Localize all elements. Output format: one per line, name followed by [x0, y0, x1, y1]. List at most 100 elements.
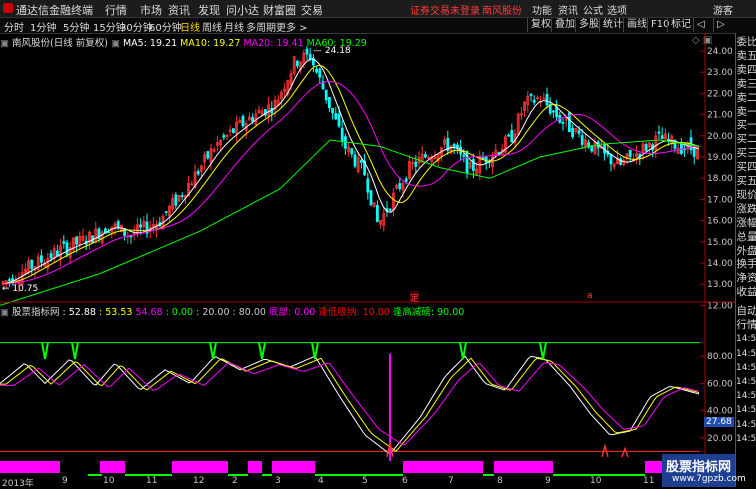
menu-info[interactable]: 资讯 — [558, 2, 578, 17]
ind-tick-label: 80.00 — [707, 352, 733, 362]
candle-body — [107, 231, 110, 234]
candle-body — [507, 134, 511, 137]
menu-wealth[interactable]: 财富圈 — [263, 2, 296, 18]
ind-bottom-value: 底部: 0.00 — [269, 307, 316, 318]
sell-signal-arrow — [71, 342, 79, 360]
period-weekly[interactable]: 周线 — [202, 19, 222, 34]
signal-band-upper — [483, 461, 494, 473]
candle-body — [375, 205, 379, 222]
signal-band-upper — [262, 461, 272, 473]
stats-button[interactable]: 统计 — [599, 18, 626, 32]
sidebar-field-label: 卖三 — [736, 77, 756, 90]
price-tick-label: 21.00 — [707, 111, 733, 121]
signal-band-upper — [553, 461, 645, 473]
sell-signal-arrow — [539, 342, 547, 360]
period-30min[interactable]: 30分钟 — [120, 19, 153, 34]
candle-body — [577, 130, 581, 134]
ind-tick-label: 60.00 — [707, 379, 733, 389]
candle-body — [366, 178, 370, 193]
sidebar-field-label: 卖一 — [736, 105, 756, 118]
time-axis: 2013年 9 10 11 12 2 3 4 5 6 7 8 9 10 11 — [0, 476, 735, 489]
indicator-current-badge: 27.68 — [704, 417, 734, 427]
sidebar-field-label: 总量 — [736, 230, 756, 243]
period-1min[interactable]: 1分钟 — [30, 19, 56, 34]
candle-body — [529, 94, 533, 96]
time-axis-label: 8 — [497, 476, 503, 486]
candle-body — [241, 115, 245, 127]
sidebar-field-label: 涨幅 — [736, 216, 756, 229]
ind-value-1: : 52.88 — [62, 307, 96, 318]
low-price-label: ← 10.75 — [2, 284, 39, 294]
login-notice[interactable]: 证券交易未登录 — [410, 2, 480, 17]
candle-body — [471, 158, 475, 171]
menu-quotes[interactable]: 行情 — [105, 2, 127, 18]
sidebar-field-label: 涨跌 — [736, 202, 756, 215]
high-price-label: — 24.18 — [313, 46, 351, 56]
event-marker-a[interactable]: a — [587, 291, 593, 301]
candle-body — [62, 241, 66, 244]
candle-body — [337, 113, 341, 127]
title-bar: 通达信金融终端 行情 市场 资讯 发现 问小达 财富圈 交易 证券交易未登录 南… — [0, 0, 756, 18]
time-axis-label: 11 — [643, 476, 655, 486]
period-60min[interactable]: 60分钟 — [149, 19, 182, 34]
ma60-line — [0, 139, 701, 306]
indicator-chart — [0, 342, 700, 476]
candle-body — [660, 135, 664, 140]
price-tick-label: 18.00 — [707, 174, 733, 184]
signal-band-upper — [494, 461, 553, 473]
next-arrow-icon[interactable]: ▷ — [713, 18, 728, 32]
menu-discover[interactable]: 发现 — [198, 2, 220, 18]
overlay-button[interactable]: 叠加 — [551, 18, 578, 32]
price-tick-label: 14.00 — [707, 259, 733, 269]
ind-tick-label: 40.00 — [707, 407, 733, 417]
period-multi[interactable]: 多周期 — [246, 19, 276, 34]
price-tick-label: 22.00 — [707, 89, 733, 99]
candle-body — [532, 99, 536, 103]
chart-area[interactable]: 24.00 23.00 22.00 21.00 20.00 19.00 18.00 17.00… — [0, 33, 735, 476]
candle-body — [331, 107, 335, 114]
menu-options[interactable]: 选项 — [607, 2, 627, 17]
prev-arrow-icon[interactable]: ◁ — [693, 18, 708, 32]
app-logo-icon — [3, 3, 13, 13]
menu-ask[interactable]: 问小达 — [226, 2, 259, 18]
ind-value-4: : 0.00 — [165, 307, 194, 318]
menu-guest[interactable]: 游客 — [713, 2, 733, 17]
signal-band-upper — [272, 461, 315, 473]
sidebar-field-label: 买四 — [736, 161, 756, 174]
period-intraday[interactable]: 分时 — [4, 19, 24, 34]
time-axis-label: 6 — [402, 476, 408, 486]
price-tick-label: 24.00 — [707, 47, 733, 57]
sidebar-field-label: 买二 — [736, 133, 756, 146]
price-tick-label: 16.00 — [707, 217, 733, 227]
event-marker-ding[interactable]: 定 — [410, 291, 420, 304]
time-axis-label: 10 — [590, 476, 602, 486]
candle-body — [561, 121, 565, 124]
period-monthly[interactable]: 月线 — [224, 19, 244, 34]
menu-formula[interactable]: 公式 — [583, 2, 603, 17]
menu-function[interactable]: 功能 — [532, 2, 552, 17]
candle-body — [462, 154, 466, 157]
sidebar-time-entry: 14:50 — [736, 348, 756, 359]
candle-body — [315, 68, 319, 73]
ind-value-2: : 53.53 — [99, 307, 133, 318]
mark-button[interactable]: 标记 — [667, 18, 694, 32]
candle-body — [295, 60, 299, 67]
menu-trade[interactable]: 交易 — [301, 2, 323, 18]
indicator-panel-header: ▣ 股票指标网 : 52.88 : 53.53 54.68 : 0.00 : 2… — [0, 304, 464, 318]
sidebar-mode-label[interactable]: 自动 — [736, 304, 756, 318]
draw-line-button[interactable]: 画线 — [623, 18, 650, 32]
period-daily[interactable]: 日线 — [180, 19, 200, 34]
price-tick-label: 12.00 — [707, 301, 733, 311]
period-5min[interactable]: 5分钟 — [63, 19, 89, 34]
menu-market[interactable]: 市场 — [140, 2, 162, 18]
adjust-button[interactable]: 复权 — [527, 18, 554, 32]
time-axis-label: 7 — [448, 476, 454, 486]
sidebar-field-label: 卖二 — [736, 91, 756, 104]
candle-body — [327, 97, 331, 109]
indicator-collapse-icon[interactable]: ▣ — [0, 307, 12, 318]
period-more[interactable]: 更多 > — [276, 19, 308, 34]
sidebar-field-label: 买一 — [736, 119, 756, 132]
multi-stock-button[interactable]: 多股 — [575, 18, 602, 32]
menu-news[interactable]: 资讯 — [168, 2, 190, 18]
sidebar-mode-label[interactable]: 行情 — [736, 318, 756, 332]
